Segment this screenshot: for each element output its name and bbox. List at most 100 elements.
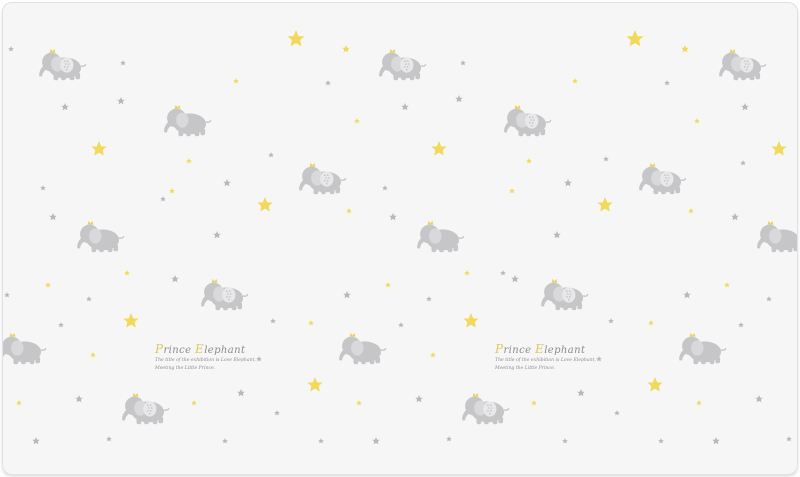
star-icon bbox=[597, 197, 613, 212]
star-icon bbox=[325, 80, 331, 86]
star-icon bbox=[223, 179, 231, 187]
star-icon bbox=[681, 45, 689, 53]
star-icon bbox=[160, 196, 166, 202]
star-icon bbox=[766, 296, 772, 302]
star-icon bbox=[385, 282, 391, 288]
star-icon bbox=[257, 197, 273, 212]
star-icon bbox=[222, 438, 228, 444]
star-icon bbox=[356, 400, 362, 406]
star-icon bbox=[191, 400, 197, 406]
brand-title: Prince Elephant bbox=[495, 343, 596, 356]
star-icon bbox=[382, 185, 388, 191]
star-icon bbox=[45, 282, 51, 288]
star-icon bbox=[120, 60, 126, 66]
elephant-icon bbox=[756, 220, 797, 253]
brand-title-rest-1: rince bbox=[163, 345, 196, 356]
brand-tagline-2: Meeting the Little Prince. bbox=[495, 365, 556, 371]
elephant-icon bbox=[76, 220, 125, 253]
star-icon bbox=[509, 188, 515, 194]
star-icon bbox=[49, 213, 57, 221]
star-icon bbox=[186, 158, 192, 164]
star-icon bbox=[40, 185, 46, 191]
star-icon bbox=[731, 213, 739, 221]
star-icon bbox=[553, 231, 561, 239]
star-icon bbox=[664, 80, 670, 86]
star-icon bbox=[75, 395, 83, 403]
star-icon bbox=[648, 320, 654, 326]
star-icon bbox=[318, 438, 324, 444]
elephant-icon bbox=[39, 49, 86, 80]
brand-block-right: Prince Elephant The title of the exhibit… bbox=[495, 343, 596, 371]
star-icon bbox=[647, 377, 663, 392]
elephant-icon bbox=[416, 220, 465, 253]
star-icon bbox=[307, 377, 323, 392]
star-icon bbox=[455, 95, 463, 103]
star-icon bbox=[401, 103, 409, 111]
elephant-icon bbox=[541, 279, 588, 310]
elephant-icon bbox=[163, 104, 212, 137]
elephants-layer bbox=[3, 49, 797, 424]
star-icon bbox=[741, 103, 749, 111]
star-icon bbox=[431, 141, 447, 156]
star-icon bbox=[308, 320, 314, 326]
star-icon bbox=[86, 296, 92, 302]
star-icon bbox=[603, 156, 609, 162]
elephant-icon bbox=[299, 163, 346, 194]
star-icon bbox=[526, 158, 532, 164]
star-icon bbox=[123, 313, 139, 328]
star-icon bbox=[16, 400, 22, 406]
star-icon bbox=[4, 292, 10, 298]
star-icon bbox=[446, 436, 452, 442]
star-icon bbox=[786, 436, 792, 442]
star-icon bbox=[61, 103, 69, 111]
star-icon bbox=[572, 78, 578, 84]
star-icon bbox=[626, 30, 644, 47]
star-icon bbox=[463, 313, 479, 328]
star-icon bbox=[90, 352, 96, 358]
brand-title-initial-e: E bbox=[535, 342, 545, 356]
elephant-icon bbox=[462, 393, 509, 424]
star-icon bbox=[738, 322, 744, 328]
star-icon bbox=[268, 152, 274, 158]
star-icon bbox=[415, 395, 423, 403]
star-icon bbox=[577, 389, 585, 397]
elephant-icon bbox=[3, 332, 47, 365]
star-icon bbox=[464, 270, 470, 276]
star-icon bbox=[658, 438, 664, 444]
star-icon bbox=[58, 322, 64, 328]
star-icon bbox=[124, 270, 130, 276]
pattern-layer bbox=[3, 30, 797, 445]
brand-tagline-2: Meeting the Little Prince. bbox=[155, 365, 216, 371]
star-icon bbox=[531, 400, 537, 406]
star-icon bbox=[614, 410, 620, 416]
star-icon bbox=[237, 389, 245, 397]
star-icon bbox=[213, 231, 221, 239]
star-icon bbox=[511, 275, 519, 283]
star-icon bbox=[32, 437, 40, 445]
star-icon bbox=[460, 60, 466, 66]
brand-title-rest-2: lephant bbox=[544, 345, 586, 356]
star-icon bbox=[233, 78, 239, 84]
brand-tagline-1: The title of the exhibition is Love Elep… bbox=[155, 358, 256, 363]
star-icon bbox=[755, 395, 763, 403]
star-icon bbox=[430, 352, 436, 358]
star-icon bbox=[608, 318, 614, 324]
star-icon bbox=[562, 438, 568, 444]
star-icon bbox=[117, 97, 125, 105]
brand-title-rest-1: rince bbox=[503, 345, 536, 356]
star-icon bbox=[426, 296, 432, 302]
star-icon bbox=[564, 179, 572, 187]
star-icon bbox=[389, 213, 397, 221]
elephant-icon bbox=[719, 49, 766, 80]
play-mat: Prince Elephant The title of the exhibit… bbox=[2, 2, 798, 475]
brand-block-left: Prince Elephant The title of the exhibit… bbox=[155, 343, 256, 371]
star-icon bbox=[343, 291, 351, 299]
star-icon bbox=[270, 318, 276, 324]
star-icon bbox=[398, 322, 404, 328]
star-icon bbox=[274, 410, 280, 416]
star-icon bbox=[342, 45, 350, 53]
star-icon bbox=[500, 270, 506, 276]
star-icon bbox=[696, 400, 702, 406]
star-icon bbox=[724, 282, 730, 288]
star-icon bbox=[354, 118, 360, 124]
